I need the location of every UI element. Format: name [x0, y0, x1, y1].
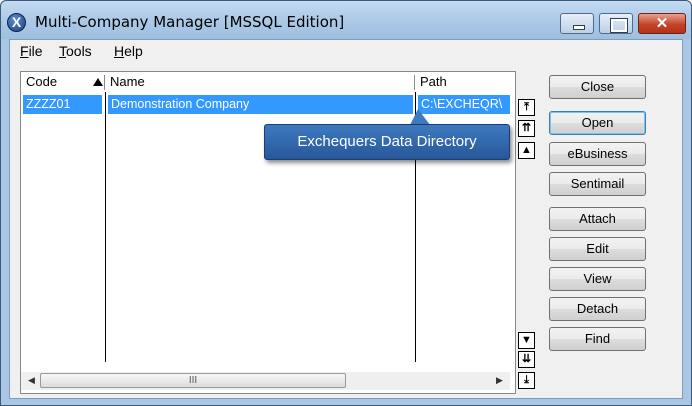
minimize-button[interactable]	[560, 13, 594, 34]
title-bar[interactable]: X Multi-Company Manager [MSSQL Edition] …	[1, 1, 691, 39]
open-button[interactable]: Open	[549, 111, 646, 135]
sentimail-button[interactable]: Sentimail	[549, 172, 646, 196]
close-window-button[interactable]: ✕	[638, 13, 686, 34]
attach-button[interactable]: Attach	[549, 207, 646, 231]
page-down-icon[interactable]: ⇊	[518, 351, 535, 368]
scrollbar-thumb[interactable]: III	[40, 373, 346, 388]
app-window: X Multi-Company Manager [MSSQL Edition] …	[0, 0, 692, 406]
menu-bar: File Tools Help	[10, 40, 682, 62]
window-title: Multi-Company Manager [MSSQL Edition]	[35, 13, 345, 31]
ebusiness-button[interactable]: eBusiness	[549, 142, 646, 166]
table-row[interactable]: ZZZZ01 Demonstration Company C:\EXCHEQR\	[21, 95, 510, 114]
first-record-icon[interactable]: ⤒	[518, 99, 535, 116]
scroll-left-icon[interactable]: ◀	[23, 372, 40, 389]
x-logo-icon[interactable]: X	[7, 13, 26, 32]
page-up-icon[interactable]: ⇈	[518, 120, 535, 137]
horizontal-scrollbar[interactable]: ◀ III ▶	[21, 372, 510, 390]
sort-arrow-icon	[93, 78, 103, 86]
column-header-code[interactable]: Code	[21, 72, 105, 92]
list-header: Code Name Path	[21, 72, 510, 92]
detach-button[interactable]: Detach	[549, 297, 646, 321]
company-list[interactable]: Code Name Path ZZZZ01 Demonstration Comp…	[20, 71, 516, 394]
close-button[interactable]: Close	[549, 75, 646, 99]
cell-name[interactable]: Demonstration Company	[108, 95, 413, 114]
column-divider	[105, 92, 106, 362]
previous-record-icon[interactable]: ▲	[518, 142, 535, 159]
column-header-path[interactable]: Path	[415, 72, 510, 92]
menu-file[interactable]: File	[20, 43, 43, 59]
next-record-icon[interactable]: ▼	[518, 332, 535, 349]
find-button[interactable]: Find	[549, 327, 646, 351]
cell-path[interactable]: C:\EXCHEQR\	[418, 95, 510, 114]
maximize-button[interactable]	[599, 13, 633, 34]
last-record-icon[interactable]: ⤓	[518, 372, 535, 389]
column-header-code-label: Code	[26, 74, 58, 89]
client-area: File Tools Help Code Name Path ZZZZ01 De…	[9, 39, 683, 399]
column-header-name[interactable]: Name	[105, 72, 415, 92]
edit-button[interactable]: Edit	[549, 237, 646, 261]
view-button[interactable]: View	[549, 267, 646, 291]
cell-code[interactable]: ZZZZ01	[23, 95, 102, 114]
tooltip-pointer	[410, 109, 430, 125]
menu-help[interactable]: Help	[114, 43, 143, 59]
path-tooltip: Exchequers Data Directory	[264, 124, 510, 160]
scroll-right-icon[interactable]: ▶	[491, 372, 508, 389]
menu-tools[interactable]: Tools	[59, 43, 92, 59]
